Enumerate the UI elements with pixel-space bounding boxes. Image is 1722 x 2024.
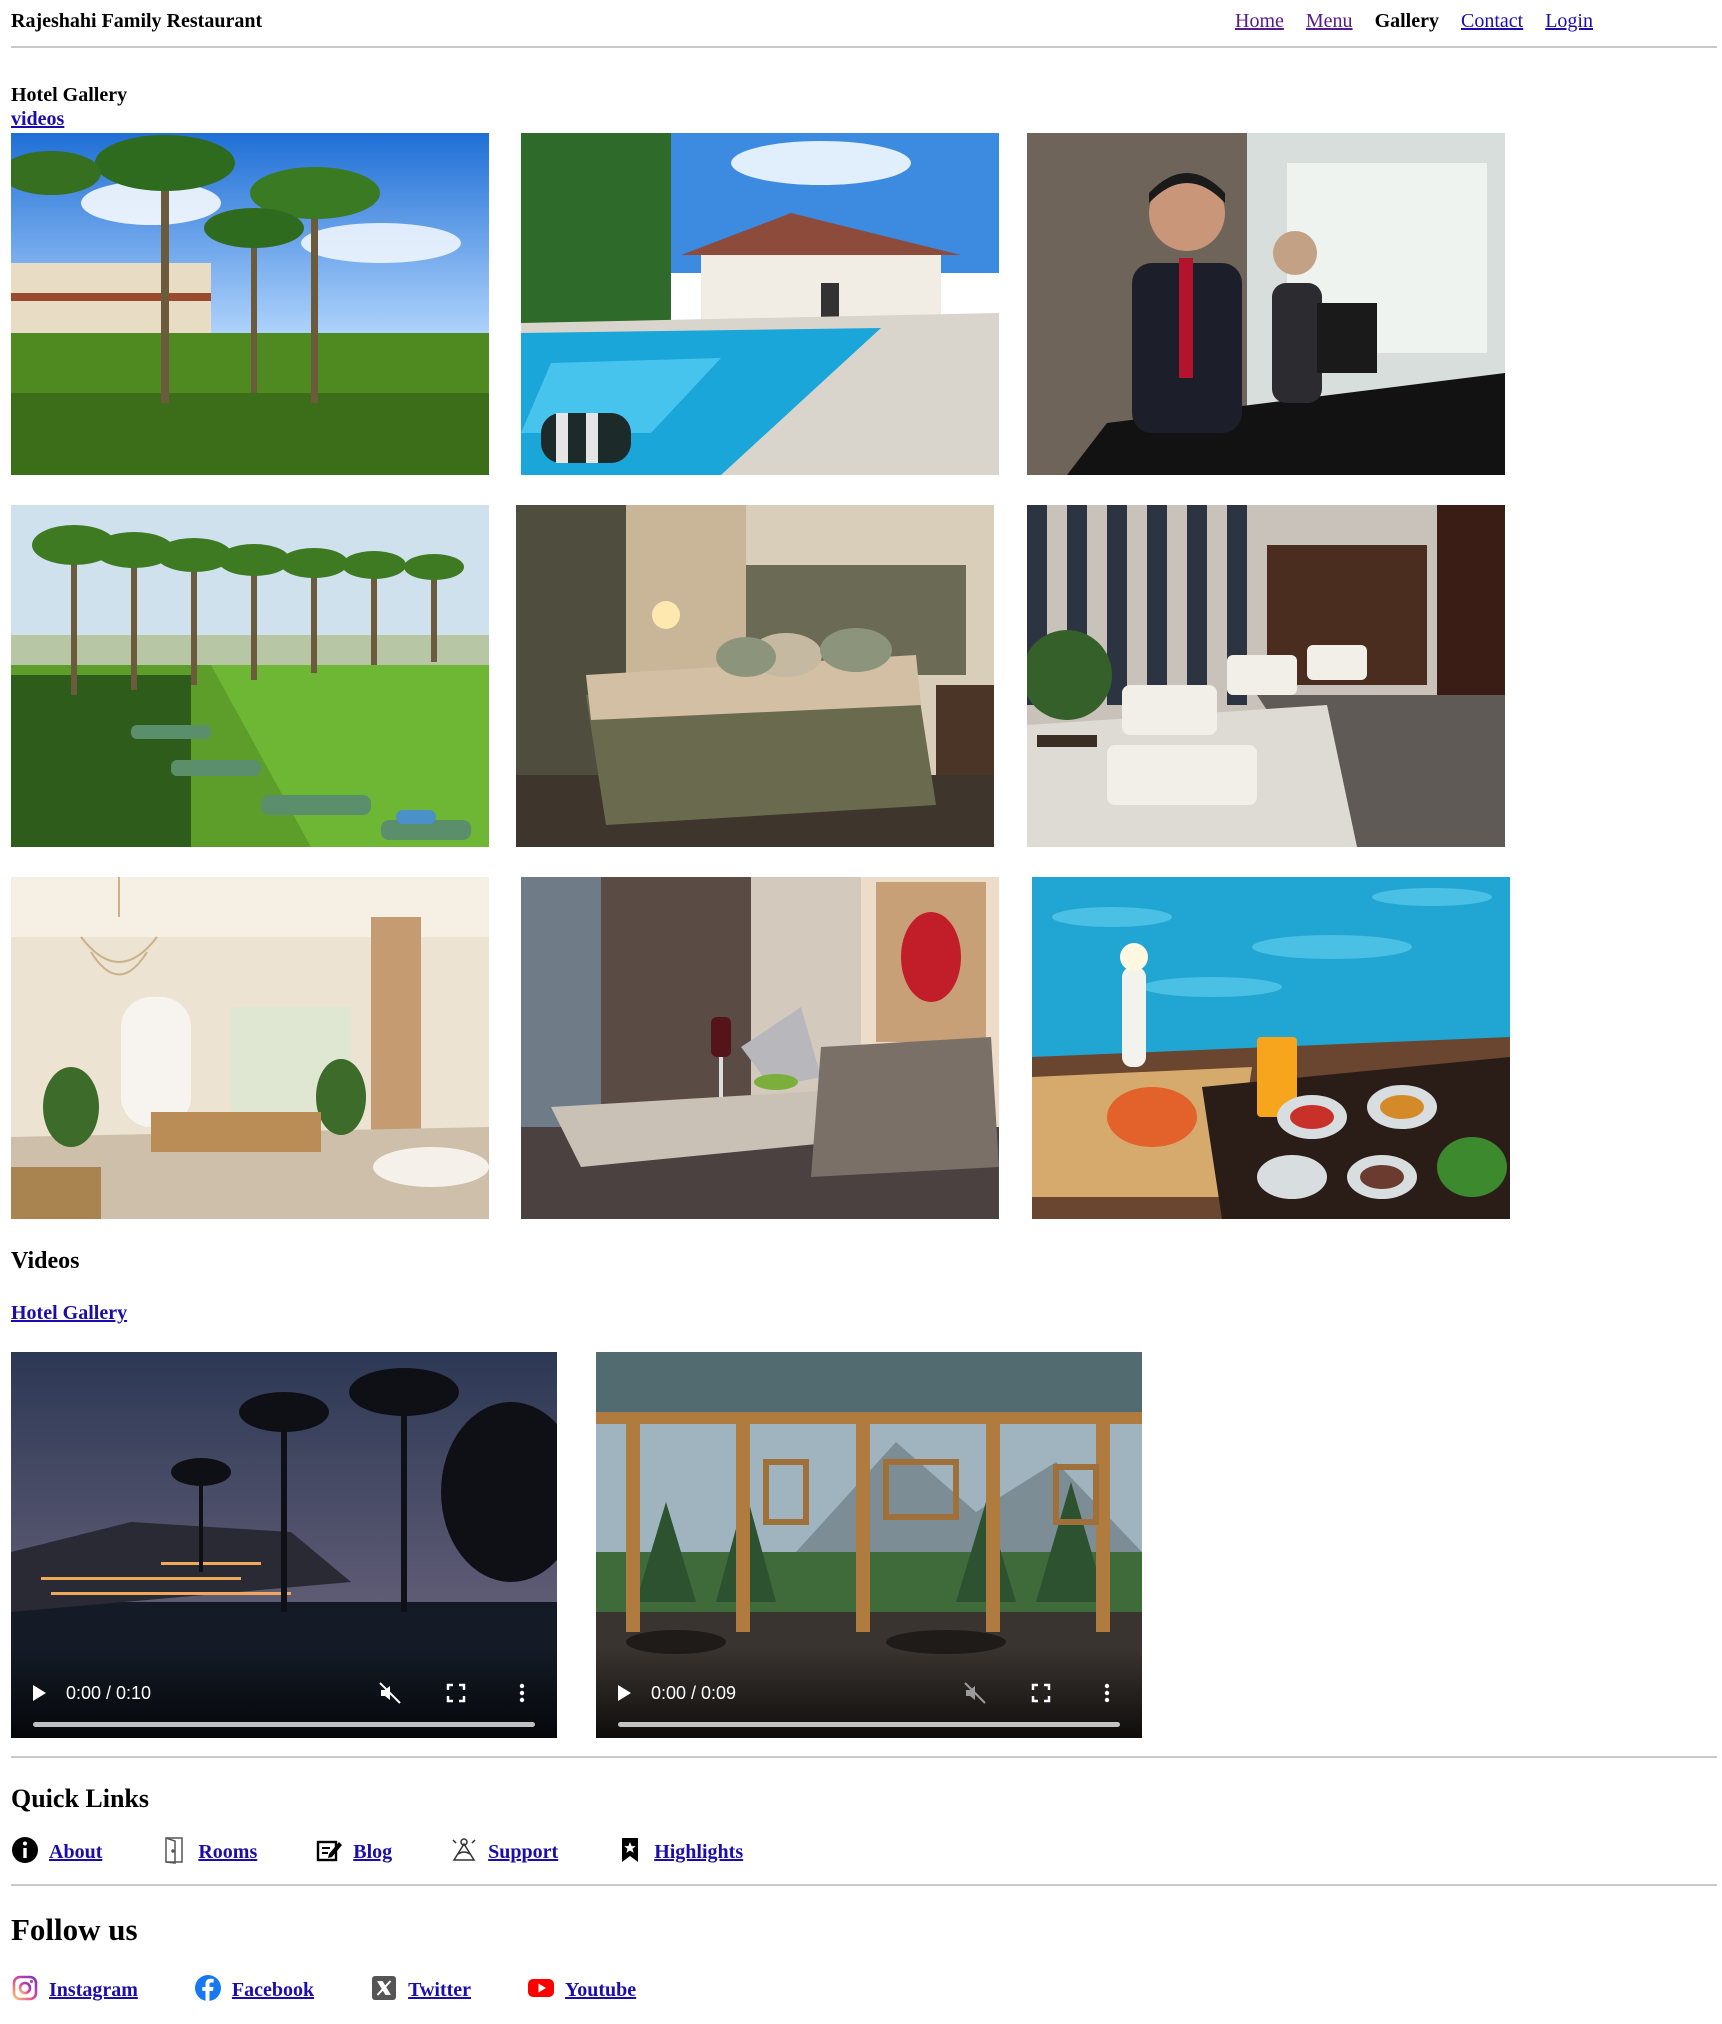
gallery-photo-bedroom: [516, 505, 994, 847]
videos-anchor-link[interactable]: videos: [11, 108, 64, 131]
gallery-photo-resort-palms: [11, 133, 489, 475]
instagram-icon: [11, 1974, 39, 2002]
social-link-instagram-text[interactable]: Instagram: [41, 1979, 138, 2002]
quick-link-blog-text[interactable]: Blog: [345, 1841, 392, 1864]
social-link-youtube[interactable]: Youtube: [527, 1974, 636, 2002]
video-player-resort-night[interactable]: 0:00 / 0:10: [11, 1352, 557, 1738]
nav-menu-link[interactable]: Menu: [1306, 10, 1353, 33]
site-brand: Rajeshahi Family Restaurant: [11, 10, 263, 32]
nav-contact-link[interactable]: Contact: [1461, 10, 1523, 33]
nav-login-link[interactable]: Login: [1545, 10, 1593, 33]
quick-link-blog[interactable]: Blog: [315, 1836, 392, 1864]
nav-home-link[interactable]: Home: [1235, 10, 1284, 33]
quick-link-highlights-text[interactable]: Highlights: [646, 1841, 743, 1864]
social-link-facebook-text[interactable]: Facebook: [224, 1979, 314, 2002]
gallery-photo-dining-hall: [11, 877, 489, 1219]
gallery-photo-pool-breakfast: [1032, 877, 1510, 1219]
quick-link-about[interactable]: About: [11, 1836, 102, 1864]
gallery-photo-room-desk: [521, 877, 999, 1219]
site-header: Rajeshahi Family Restaurant Home Menu Ga…: [11, 0, 1717, 48]
video-progress-bar[interactable]: [33, 1722, 535, 1727]
quick-link-support[interactable]: Support: [450, 1836, 558, 1864]
main-nav: Home Menu Gallery Contact Login: [1235, 10, 1593, 33]
video-controls: 0:00 / 0:10: [11, 1648, 557, 1738]
x-twitter-icon: [370, 1974, 398, 2002]
gallery-photo-reception-desk: [1027, 133, 1505, 475]
bookmark-star-icon: [616, 1836, 644, 1864]
facebook-icon: [194, 1974, 222, 2002]
quick-link-about-text[interactable]: About: [41, 1841, 102, 1864]
youtube-icon: [527, 1974, 555, 2002]
more-options-icon[interactable]: [509, 1680, 535, 1706]
play-icon[interactable]: [33, 1685, 46, 1701]
social-link-youtube-text[interactable]: Youtube: [557, 1979, 636, 2002]
support-icon: [450, 1836, 478, 1864]
video-time: 0:00 / 0:09: [651, 1682, 737, 1703]
gallery-photo-pool-villa: [521, 133, 999, 475]
social-link-twitter-text[interactable]: Twitter: [400, 1979, 471, 2002]
social-links-list: Instagram Facebook Twitter Youtube: [11, 1974, 636, 2002]
video-time: 0:00 / 0:10: [66, 1682, 152, 1703]
follow-us-heading: Follow us: [11, 1912, 138, 1947]
door-icon: [160, 1836, 188, 1864]
quick-link-rooms[interactable]: Rooms: [160, 1836, 257, 1864]
more-options-icon[interactable]: [1094, 1680, 1120, 1706]
volume-muted-icon[interactable]: [377, 1680, 403, 1706]
divider: [11, 1884, 1717, 1886]
nav-gallery-current: Gallery: [1374, 10, 1439, 32]
social-link-facebook[interactable]: Facebook: [194, 1974, 314, 2002]
gallery-title: Hotel Gallery: [11, 84, 128, 106]
quick-link-support-text[interactable]: Support: [480, 1841, 558, 1864]
social-link-twitter[interactable]: Twitter: [370, 1974, 471, 2002]
social-link-instagram[interactable]: Instagram: [11, 1974, 138, 2002]
fullscreen-icon[interactable]: [443, 1680, 469, 1706]
quick-link-rooms-text[interactable]: Rooms: [190, 1841, 257, 1864]
quick-links-heading: Quick Links: [11, 1784, 150, 1813]
video-player-mountain-cabin[interactable]: 0:00 / 0:09: [596, 1352, 1142, 1738]
video-progress-bar[interactable]: [618, 1722, 1120, 1727]
divider: [11, 1756, 1717, 1758]
gallery-photo-lawn-loungers: [11, 505, 489, 847]
fullscreen-icon[interactable]: [1028, 1680, 1054, 1706]
gallery-photo-lobby-lounge: [1027, 505, 1505, 847]
edit-note-icon: [315, 1836, 343, 1864]
video-controls: 0:00 / 0:09: [596, 1648, 1142, 1738]
hotel-gallery-anchor-link[interactable]: Hotel Gallery: [11, 1302, 127, 1325]
quick-links-list: About Rooms Blog Support Highlights: [11, 1836, 743, 1864]
videos-heading: Videos: [11, 1248, 80, 1274]
info-icon: [11, 1836, 39, 1864]
play-icon[interactable]: [618, 1685, 631, 1701]
quick-link-highlights[interactable]: Highlights: [616, 1836, 743, 1864]
volume-muted-icon[interactable]: [962, 1680, 988, 1706]
